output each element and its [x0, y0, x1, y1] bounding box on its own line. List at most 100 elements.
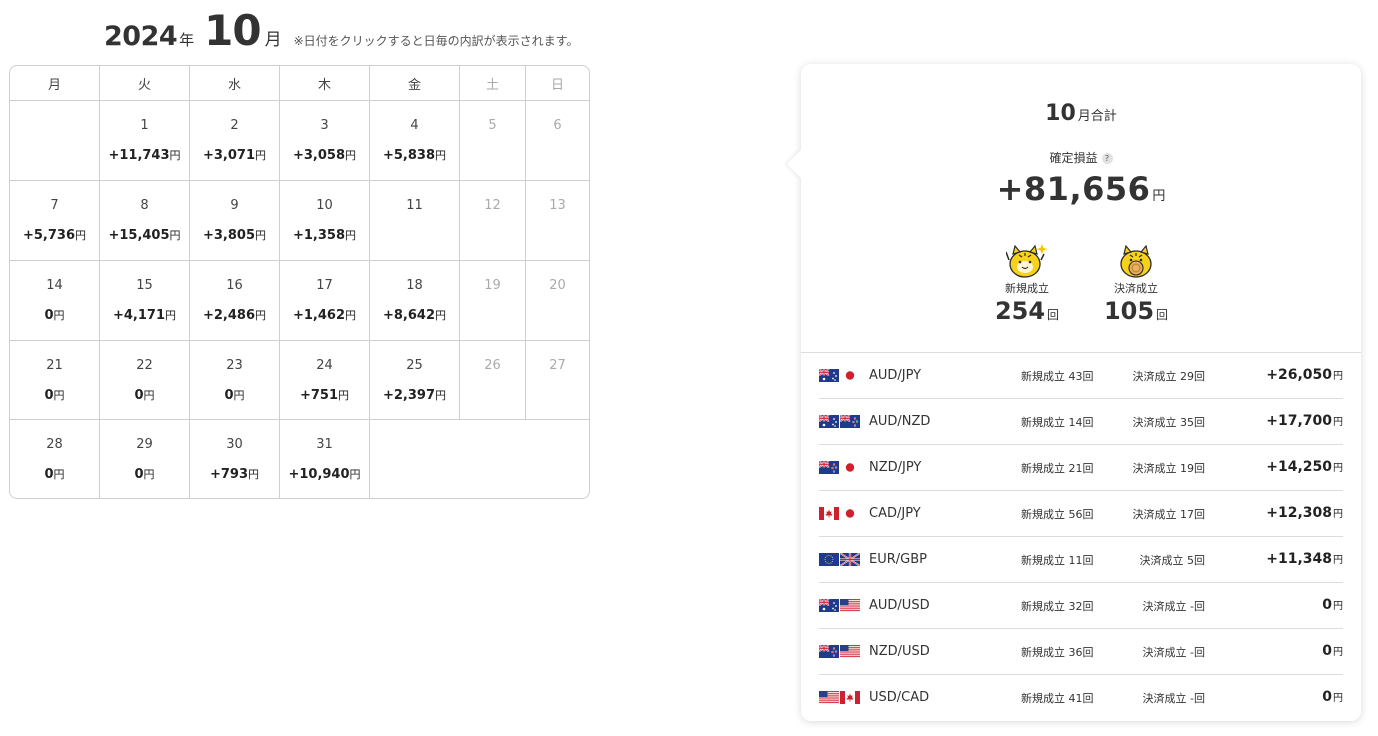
pair-name: USD/CAD: [869, 690, 930, 705]
pair-settled-orders: 決済成立 29回: [1132, 370, 1206, 383]
year-unit: 年: [179, 31, 195, 49]
weekday-header: 土: [460, 66, 526, 101]
yen-unit: 円: [435, 309, 446, 322]
day-number: 21: [46, 358, 63, 373]
day-number: 11: [406, 198, 423, 213]
pair-profit: +12,308円: [1266, 505, 1343, 521]
yen-unit: 円: [53, 389, 65, 402]
day-profit-value: +3,805: [202, 228, 255, 243]
flag-au-icon: [819, 415, 839, 428]
calendar-day-cell[interactable]: 14 0円: [10, 261, 100, 341]
currency-pair-row[interactable]: CAD/JPY 新規成立 56回 決済成立 17回 +12,308円: [819, 491, 1343, 537]
calendar-day-cell[interactable]: 2 +3,071円: [190, 101, 280, 181]
currency-pair-row[interactable]: NZD/USD 新規成立 36回 決済成立 -回 0円: [819, 629, 1343, 675]
settled-orders-stat: 決済成立 105 回: [1096, 242, 1176, 325]
yen-unit: 円: [1333, 417, 1343, 428]
day-profit: +10,940円: [280, 466, 369, 482]
yen-unit: 円: [165, 309, 176, 322]
day-profit-value: +11,743: [108, 148, 170, 163]
pair-new-orders: 新規成立 36回: [1021, 646, 1094, 659]
calendar-day-cell[interactable]: 1 +11,743円: [100, 101, 190, 181]
summary-header: 10 月合計 確定損益? +81,656 円 新規成立 254 回 決済成立 1…: [801, 64, 1361, 352]
calendar-empty-cell: [526, 420, 589, 498]
pair-new-orders: 新規成立 14回: [1021, 416, 1094, 429]
calendar-day-cell[interactable]: 17 +1,462円: [280, 261, 370, 341]
pair-settled-orders: 決済成立 -回: [1142, 692, 1205, 705]
day-profit: +3,805円: [190, 227, 279, 243]
day-number: 15: [136, 278, 153, 293]
tiger-mascot-cheer-icon: [1005, 242, 1048, 278]
calendar-day-cell[interactable]: 3 +3,058円: [280, 101, 370, 181]
calendar-day-cell[interactable]: 8 +15,405円: [100, 181, 190, 261]
day-profit: +8,642円: [370, 307, 459, 323]
day-profit: 0円: [10, 387, 99, 403]
calendar-day-cell[interactable]: 30 +793円: [190, 420, 280, 498]
yen-unit: 円: [1333, 693, 1343, 704]
pair-settled-orders: 決済成立 5回: [1139, 554, 1206, 567]
pair-flags: [819, 644, 861, 659]
calendar-day-cell[interactable]: 10 +1,358円: [280, 181, 370, 261]
day-number: 18: [406, 278, 423, 293]
calendar-day-cell[interactable]: 16 +2,486円: [190, 261, 280, 341]
yen-unit: 円: [169, 149, 181, 162]
flag-us-icon: [840, 645, 860, 658]
calendar-day-cell[interactable]: 15 +4,171円: [100, 261, 190, 341]
day-profit-value: 0: [134, 388, 144, 403]
currency-pair-row[interactable]: AUD/JPY 新規成立 43回 決済成立 29回 +26,050円: [819, 353, 1343, 399]
day-profit: +3,071円: [190, 147, 279, 163]
flag-nz-icon: [819, 645, 839, 658]
calendar-day-cell[interactable]: 23 0円: [190, 341, 280, 420]
calendar-day-cell[interactable]: 31 +10,940円: [280, 420, 370, 498]
calendar-empty-cell: [370, 420, 460, 498]
calendar-day-cell[interactable]: 21 0円: [10, 341, 100, 420]
calendar-day-cell[interactable]: 29 0円: [100, 420, 190, 498]
day-number: 28: [46, 437, 63, 452]
weekday-header: 金: [370, 66, 460, 101]
day-number: 12: [484, 198, 501, 213]
day-number: 5: [488, 118, 497, 133]
pair-profit: +17,700円: [1266, 413, 1343, 429]
calendar-day-cell[interactable]: 7 +5,736円: [10, 181, 100, 261]
pair-flags: [819, 552, 861, 567]
day-profit-value: +2,397: [382, 388, 435, 403]
profit-label-text: 確定損益: [1049, 151, 1098, 165]
calendar-day-cell[interactable]: 24 +751円: [280, 341, 370, 420]
yen-unit: 円: [53, 309, 65, 322]
day-profit-value: 0: [134, 467, 144, 482]
new-orders-count: 254 回: [987, 297, 1067, 325]
summary-month-label: 月合計: [1077, 109, 1117, 124]
calendar-day-cell: 12: [460, 181, 526, 261]
currency-pair-row[interactable]: USD/CAD 新規成立 41回 決済成立 -回 0円: [819, 675, 1343, 721]
flag-au-icon: [819, 599, 839, 612]
day-profit-value: 0: [44, 467, 54, 482]
calendar-day-cell[interactable]: 9 +3,805円: [190, 181, 280, 261]
yen-unit: 円: [233, 389, 245, 402]
currency-pair-row[interactable]: AUD/NZD 新規成立 14回 決済成立 35回 +17,700円: [819, 399, 1343, 445]
calendar-day-cell[interactable]: 4 +5,838円: [370, 101, 460, 181]
pair-name: AUD/USD: [869, 598, 930, 613]
yen-unit: 円: [75, 229, 86, 242]
calendar-day-cell[interactable]: 28 0円: [10, 420, 100, 498]
pair-profit-value: +14,250: [1266, 459, 1332, 475]
calendar-day-cell[interactable]: 22 0円: [100, 341, 190, 420]
currency-pair-row[interactable]: AUD/USD 新規成立 32回 決済成立 -回 0円: [819, 583, 1343, 629]
calendar-day-cell[interactable]: 18 +8,642円: [370, 261, 460, 341]
yen-unit: 円: [345, 229, 356, 242]
calendar-day-cell[interactable]: 25 +2,397円: [370, 341, 460, 420]
currency-pair-row[interactable]: EUR/GBP 新規成立 11回 決済成立 5回 +11,348円: [819, 537, 1343, 583]
pair-profit: +11,348円: [1266, 551, 1343, 567]
summary-title: 10 月合計: [801, 101, 1361, 126]
day-profit: +793円: [190, 466, 279, 482]
pair-profit: 0円: [1322, 643, 1343, 659]
yen-unit: 円: [53, 468, 65, 481]
profit-total-unit: 円: [1152, 189, 1166, 204]
pair-flags: [819, 690, 861, 705]
day-profit: +3,058円: [280, 147, 369, 163]
day-number: 16: [226, 278, 243, 293]
calendar-day-cell: 5: [460, 101, 526, 181]
help-icon[interactable]: ?: [1101, 153, 1113, 164]
currency-pair-row[interactable]: NZD/JPY 新規成立 21回 決済成立 19回 +14,250円: [819, 445, 1343, 491]
day-number: 17: [316, 278, 333, 293]
yen-unit: 円: [169, 229, 181, 242]
day-profit: +5,838円: [370, 147, 459, 163]
